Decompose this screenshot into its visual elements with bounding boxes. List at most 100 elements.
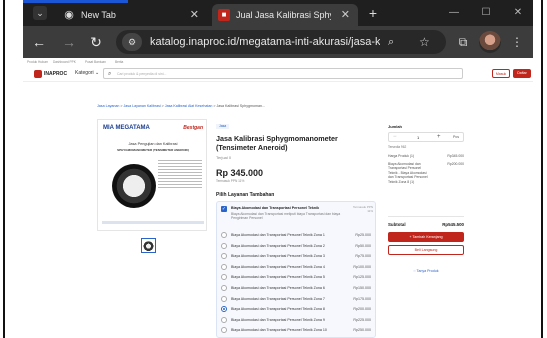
top-link[interactable]: Dashboard PPK [53,60,76,64]
ask-product-link[interactable]: ◌ Tanya Produk [388,269,464,273]
address-bar[interactable]: ⚙ katalog.inaproc.id/megatama-inti-akura… [116,30,446,54]
service-option-price: Rp150.000 [353,286,371,290]
service-option-price: Rp75.000 [355,254,371,259]
service-option[interactable]: Biaya Akomodasi dan Transportasi Persone… [221,304,373,314]
kategori-menu[interactable]: Kategori ⌄ [75,70,99,76]
search-input[interactable]: ⌕ Cari produk & penyedia di sini... [103,68,463,79]
service-group[interactable]: ✓ Biaya Akomodasi dan Transportasi Perso… [221,205,373,227]
product-price: Rp 345.000 [216,168,264,178]
right-frame [532,0,547,338]
daftar-button[interactable]: Daftar [513,69,531,78]
service-option[interactable]: Biaya Akomodasi dan Transportasi Persone… [221,283,373,293]
service-option[interactable]: Biaya Akomodasi dan Transportasi Persone… [221,241,373,251]
service-group-label: Biaya Akomodasi dan Transportasi Persone… [231,206,320,210]
extensions-icon[interactable]: ⧉ [453,32,473,52]
tab-label: New Tab [81,10,116,20]
reload-icon[interactable]: ↻ [86,32,106,52]
radio-button[interactable] [221,274,227,281]
masuk-button[interactable]: Masuk [492,69,510,78]
bookmark-star-icon[interactable]: ☆ [419,30,430,54]
forward-icon[interactable]: → [59,32,79,52]
service-option[interactable]: Biaya Akomodasi dan Transportasi Persone… [221,315,373,325]
decrement-button[interactable]: − [393,133,397,142]
radio-button[interactable] [221,263,227,270]
breadcrumb-current: Jasa Kalibrasi Sphygmoman... [216,104,265,108]
inaproc-logo[interactable]: INAPROC [34,70,67,78]
service-option-label: Biaya Akomodasi dan Transportasi Persone… [231,296,325,301]
radio-button[interactable] [221,295,227,302]
service-option-label: Biaya Akomodasi dan Transportasi Persone… [231,307,325,312]
breadcrumb-item[interactable]: Jasa Kalibrasi Alat Kesehatan [165,104,213,108]
radio-button[interactable] [221,316,227,323]
tab-new-tab[interactable]: ◉ New Tab ✕ [57,4,207,26]
service-option[interactable]: Biaya Akomodasi dan Transportasi Persone… [221,262,373,272]
new-tab-button[interactable]: + [364,4,382,22]
browser-window: ⌄ ◉ New Tab ✕ ■ Jual Jasa Kalibrasi Sphy… [23,0,533,338]
breadcrumb-item[interactable]: Jasa Layanan Kalibrasi [124,104,161,108]
increment-button[interactable]: + [437,133,441,142]
back-icon[interactable]: ← [29,32,49,52]
tab-bar: ⌄ ◉ New Tab ✕ ■ Jual Jasa Kalibrasi Sphy… [23,0,533,26]
service-group-description: Biaya Akomodasi dan Transportasi meliput… [231,212,341,221]
site-info-icon[interactable]: ⚙ [122,33,142,51]
tab-close-icon[interactable]: ✕ [190,4,199,26]
top-link[interactable]: Pusat Bantuan [85,60,106,64]
service-option[interactable]: Biaya Akomodasi dan Transportasi Persone… [221,294,373,304]
profile-avatar[interactable] [479,31,501,53]
radio-button[interactable] [221,306,227,313]
service-option-label: Biaya Akomodasi dan Transportasi Persone… [231,233,325,237]
tab-close-icon[interactable]: ✕ [341,4,350,26]
subtotal-value: Rp545.500 [442,222,464,227]
accent-strip [23,0,128,3]
chrome-icon: ◉ [64,9,74,21]
quantity-stepper[interactable]: − 1 + Pcs [388,132,464,142]
top-links: Produk Hukum Dashboard PPK Pusat Bantuan… [23,58,533,66]
service-option-price: Rp200.000 [353,307,371,312]
service-checkbox[interactable]: ✓ [221,206,227,212]
breadcrumb-item[interactable]: Jasa Layanan [97,104,119,108]
sold-count: Terjual 0 [216,155,232,160]
product-image[interactable]: MIA MEGATAMA Bestgan Jasa Pengujian dan … [97,119,207,231]
image-footer [102,221,204,224]
minimize-icon[interactable]: — [443,4,465,22]
maximize-icon[interactable]: ☐ [475,4,497,22]
service-option[interactable]: Biaya Akomodasi dan Transportasi Persone… [221,230,373,240]
radio-button[interactable] [221,242,227,249]
service-option-label: Biaya Akomodasi dan Transportasi Persone… [231,328,327,333]
service-group-note: Termasuk PPN 11% [352,205,373,213]
browser-menu-icon[interactable]: ⋮ [511,32,523,52]
service-option-label: Biaya Akomodasi dan Transportasi Persone… [231,317,325,322]
service-option-label: Biaya Akomodasi dan Transportasi Persone… [231,243,325,248]
service-option[interactable]: Biaya Akomodasi dan Transportasi Persone… [221,251,373,261]
quantity-value[interactable]: 1 [417,133,419,142]
search-icon: ⌕ [108,71,112,77]
service-option[interactable]: Biaya Akomodasi dan Transportasi Persone… [221,272,373,282]
zoom-icon[interactable]: ⌕ [388,30,394,54]
image-subtitle: SPHYGMOMANOMETER (TENSIMETER ANEROID) [117,148,189,152]
radio-button[interactable] [221,232,227,238]
service-option-price: Rp125.000 [353,275,371,280]
service-option-price: Rp50.000 [355,243,371,248]
top-link[interactable]: Berita [115,60,123,64]
tab-search-dropdown[interactable]: ⌄ [33,6,47,20]
category-tag: Jasa [216,124,230,129]
url-text[interactable]: katalog.inaproc.id/megatama-inti-akurasi… [150,30,380,54]
radio-button[interactable] [221,285,227,291]
window-close-icon[interactable]: ✕ [507,4,529,22]
tab-active-product[interactable]: ■ Jual Jasa Kalibrasi Sphygmoma ✕ [212,4,358,26]
radio-button[interactable] [221,253,227,260]
buy-now-button[interactable]: Beli Langsung [388,245,464,255]
inaproc-logo-icon [34,70,42,78]
service-option-label: Biaya Akomodasi dan Transportasi Persone… [231,264,325,269]
megatama-logo: MIA MEGATAMA [103,125,150,131]
radio-button[interactable] [221,327,227,334]
add-to-cart-button[interactable]: + Tambah Keranjang [388,232,464,242]
jumlah-label: Jumlah [388,124,403,129]
service-option-price: Rp25.000 [355,233,371,237]
service-option[interactable]: Biaya Akomodasi dan Transportasi Persone… [221,325,373,335]
product-title: Jasa Kalibrasi Sphygmomanometer (Tensime… [216,134,338,152]
top-link[interactable]: Produk Hukum [27,60,48,64]
service-option-price: Rp250.000 [353,328,371,333]
product-thumbnail[interactable] [141,238,156,253]
service-option-price: Rp100.000 [353,264,371,269]
